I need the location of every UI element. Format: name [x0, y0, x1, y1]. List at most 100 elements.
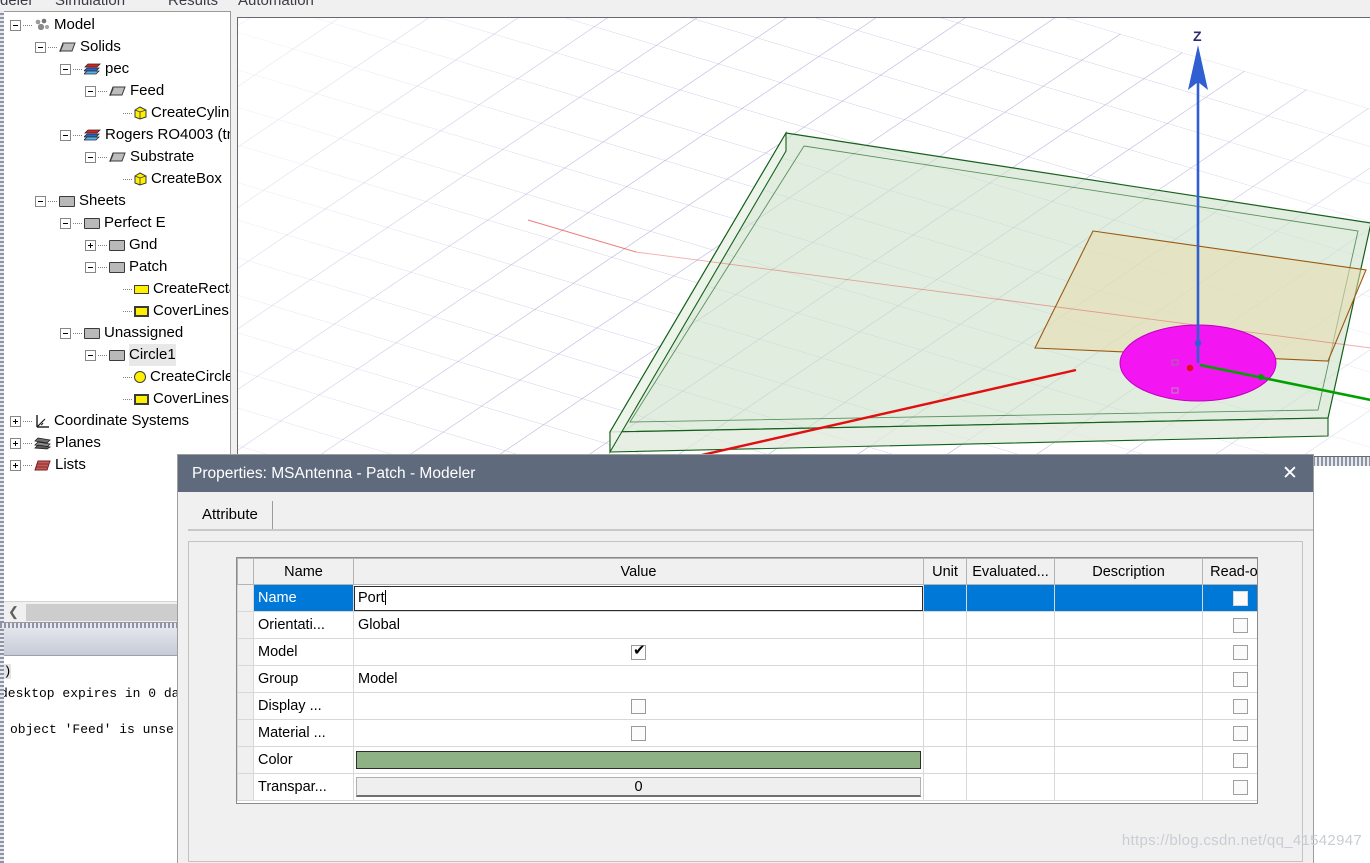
collapse-icon[interactable] [10, 19, 21, 31]
property-evaluated[interactable] [966, 584, 1055, 612]
tree-item-coordinate-systems[interactable]: Coordinate Systems [3, 410, 230, 432]
table-row[interactable]: Color [237, 746, 1257, 774]
property-name[interactable]: Name [253, 584, 354, 612]
scroll-left-icon[interactable]: ❮ [3, 601, 24, 622]
table-row[interactable]: Transpar... 0 [237, 773, 1257, 801]
properties-grid[interactable]: Name Value Unit Evaluated... Description… [236, 557, 1258, 804]
property-evaluated[interactable] [966, 692, 1055, 720]
property-description[interactable] [1054, 692, 1203, 720]
collapse-icon[interactable] [35, 41, 46, 53]
row-handle[interactable] [237, 773, 254, 801]
column-header-readonly[interactable]: Read-o... [1202, 558, 1257, 585]
tree-item-planes[interactable]: Planes [3, 432, 230, 454]
collapse-icon[interactable] [85, 151, 96, 163]
property-description[interactable] [1054, 773, 1203, 801]
table-row[interactable]: Display ... [237, 692, 1257, 720]
value-checkbox[interactable] [631, 642, 646, 660]
collapse-icon[interactable] [85, 85, 96, 97]
readonly-checkbox[interactable] [1232, 725, 1248, 741]
readonly-checkbox[interactable] [1232, 644, 1248, 660]
expand-icon[interactable] [10, 459, 21, 471]
column-header-unit[interactable]: Unit [923, 558, 967, 585]
row-handle[interactable] [237, 638, 254, 666]
value-checkbox[interactable] [631, 725, 646, 741]
collapse-icon[interactable] [85, 349, 96, 361]
property-description[interactable] [1054, 719, 1203, 747]
property-unit[interactable] [923, 692, 967, 720]
property-description[interactable] [1054, 638, 1203, 666]
readonly-checkbox[interactable] [1232, 698, 1248, 714]
menu-item-simulation[interactable]: Simulation [55, 0, 125, 9]
property-value[interactable]: Global [353, 611, 924, 639]
column-header-evaluated[interactable]: Evaluated... [966, 558, 1055, 585]
column-header-name[interactable]: Name [253, 558, 354, 585]
property-unit[interactable] [923, 665, 967, 693]
readonly-checkbox[interactable] [1232, 671, 1248, 687]
property-unit[interactable] [923, 773, 967, 801]
readonly-checkbox[interactable] [1232, 779, 1248, 795]
property-unit[interactable] [923, 584, 967, 612]
property-description[interactable] [1054, 746, 1203, 774]
property-description[interactable] [1054, 584, 1203, 612]
tree-item-coverlines[interactable]: CoverLines [3, 388, 230, 410]
readonly-checkbox[interactable] [1232, 752, 1248, 768]
collapse-icon[interactable] [60, 63, 71, 75]
name-input[interactable]: Port [354, 585, 923, 611]
property-value[interactable] [353, 719, 924, 747]
property-name[interactable]: Group [253, 665, 354, 693]
property-evaluated[interactable] [966, 665, 1055, 693]
tree-item-circle1[interactable]: Circle1 [3, 344, 230, 366]
expand-icon[interactable] [85, 239, 96, 251]
property-value[interactable] [353, 638, 924, 666]
message-panel-splitter[interactable] [0, 628, 4, 863]
color-swatch[interactable] [356, 751, 921, 769]
tree-item-rogers-ro4003-tm[interactable]: Rogers RO4003 (tm [3, 124, 230, 146]
property-value[interactable] [353, 692, 924, 720]
tree-item-unassigned[interactable]: Unassigned [3, 322, 230, 344]
property-evaluated[interactable] [966, 773, 1055, 801]
tree-item-perfect-e[interactable]: Perfect E [3, 212, 230, 234]
property-description[interactable] [1054, 665, 1203, 693]
tree-item-substrate[interactable]: Substrate [3, 146, 230, 168]
tree-item-coverlines[interactable]: CoverLines [3, 300, 230, 322]
property-name[interactable]: Material ... [253, 719, 354, 747]
tree-item-gnd[interactable]: Gnd [3, 234, 230, 256]
property-name[interactable]: Color [253, 746, 354, 774]
property-readonly[interactable] [1202, 746, 1257, 774]
column-header-value[interactable]: Value [353, 558, 924, 585]
property-unit[interactable] [923, 746, 967, 774]
tree-item-feed[interactable]: Feed [3, 80, 230, 102]
row-handle[interactable] [237, 611, 254, 639]
property-value[interactable]: Model [353, 665, 924, 693]
tree-item-createrectan[interactable]: CreateRectan [3, 278, 230, 300]
column-header-handle[interactable] [237, 558, 254, 585]
tree-item-patch[interactable]: Patch [3, 256, 230, 278]
close-icon[interactable]: ✕ [1267, 455, 1313, 492]
property-value[interactable]: Port [353, 584, 924, 612]
collapse-icon[interactable] [60, 129, 71, 141]
value-checkbox[interactable] [631, 698, 646, 714]
tree-item-sheets[interactable]: Sheets [3, 190, 230, 212]
collapse-icon[interactable] [85, 261, 96, 273]
left-splitter[interactable] [0, 11, 4, 623]
collapse-icon[interactable] [35, 195, 46, 207]
property-readonly[interactable] [1202, 584, 1257, 612]
property-evaluated[interactable] [966, 746, 1055, 774]
properties-dialog[interactable]: Properties: MSAntenna - Patch - Modeler … [178, 455, 1313, 863]
model-tree[interactable]: Model Solids pecFeed CreateCylinde Rogers RO… [3, 12, 230, 476]
property-name[interactable]: Model [253, 638, 354, 666]
row-handle[interactable] [237, 584, 254, 612]
property-unit[interactable] [923, 719, 967, 747]
property-value[interactable] [353, 746, 924, 774]
table-row[interactable]: Material ... [237, 719, 1257, 747]
property-unit[interactable] [923, 638, 967, 666]
property-unit[interactable] [923, 611, 967, 639]
property-evaluated[interactable] [966, 611, 1055, 639]
tab-attribute[interactable]: Attribute [188, 501, 273, 529]
properties-table-body[interactable]: NamePortOrientati...GlobalModelGroupMode… [237, 584, 1257, 801]
readonly-checkbox[interactable] [1232, 590, 1248, 606]
tree-item-createcircle[interactable]: CreateCircle [3, 366, 230, 388]
dialog-title-bar[interactable]: Properties: MSAntenna - Patch - Modeler … [178, 455, 1313, 492]
properties-table[interactable]: Name Value Unit Evaluated... Description… [237, 558, 1257, 801]
property-evaluated[interactable] [966, 638, 1055, 666]
